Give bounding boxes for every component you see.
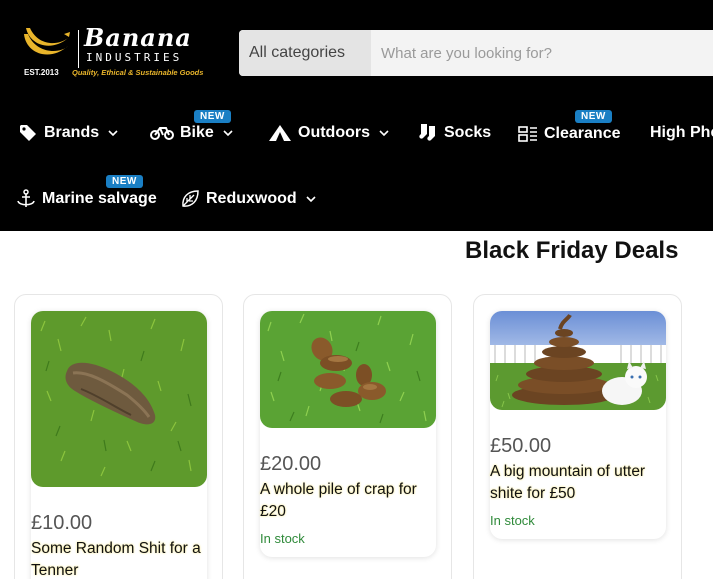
brand-logo[interactable]: Banana INDUSTRIES EST.2013 Quality, Ethi…	[20, 24, 210, 82]
tent-icon	[268, 123, 292, 143]
anchor-icon	[16, 189, 36, 209]
new-badge: NEW	[575, 110, 612, 123]
search-input[interactable]	[371, 30, 713, 76]
new-badge: NEW	[106, 175, 143, 188]
nav-clearance[interactable]: Clearance	[518, 122, 621, 146]
nav-brands[interactable]: Brands	[18, 121, 119, 145]
brand-subtitle: INDUSTRIES	[86, 51, 183, 64]
product-name[interactable]: A big mountain of utter shite for £50	[490, 461, 670, 505]
nav-reduxwood-label: Reduxwood	[206, 190, 297, 207]
nav-bike-label: Bike	[180, 124, 214, 141]
nav-high-phe[interactable]: High Phe	[650, 121, 713, 145]
product-image[interactable]	[260, 311, 436, 428]
search-bar: All categories	[239, 30, 713, 76]
new-badge: NEW	[194, 110, 231, 123]
category-select[interactable]: All categories	[239, 30, 371, 76]
nav-reduxwood[interactable]: Reduxwood	[180, 187, 317, 211]
nav-high-phe-label: High Phe	[650, 124, 713, 141]
nav-outdoors-label: Outdoors	[298, 124, 370, 141]
nav-marine-salvage[interactable]: Marine salvage	[16, 187, 157, 211]
logo-divider	[78, 30, 79, 68]
product-card[interactable]: £20.00 A whole pile of crap for £20 In s…	[243, 294, 452, 579]
product-price: £20.00	[260, 453, 322, 475]
banana-logo-icon	[24, 28, 70, 55]
nav-marine-salvage-label: Marine salvage	[42, 190, 157, 207]
product-image[interactable]	[31, 311, 207, 487]
nav-clearance-label: Clearance	[544, 125, 621, 142]
product-card[interactable]: £10.00 Some Random Shit for a Tenner	[14, 294, 223, 579]
chevron-down-icon	[223, 130, 233, 137]
site-header: Banana INDUSTRIES EST.2013 Quality, Ethi…	[0, 0, 713, 231]
product-card[interactable]: £50.00 A big mountain of utter shite for…	[473, 294, 682, 579]
nav-socks-label: Socks	[444, 124, 492, 141]
socks-icon	[418, 123, 438, 143]
brand-tagline: Quality, Ethical & Sustainable Goods	[72, 68, 204, 77]
stock-status: In stock	[490, 513, 535, 528]
chevron-down-icon	[306, 196, 316, 203]
product-name[interactable]: A whole pile of crap for £20	[260, 479, 436, 523]
clearance-icon	[518, 124, 538, 144]
product-name[interactable]: Some Random Shit for a Tenner	[31, 538, 211, 579]
product-price: £50.00	[490, 435, 552, 457]
product-image[interactable]	[490, 311, 666, 410]
stock-status: In stock	[260, 531, 305, 546]
product-price: £10.00	[31, 512, 93, 534]
nav-socks[interactable]: Socks	[418, 121, 491, 145]
bike-icon	[150, 123, 174, 143]
nav-outdoors[interactable]: Outdoors	[268, 121, 390, 145]
section-title: Black Friday Deals	[465, 237, 679, 264]
brand-name: Banana	[84, 23, 192, 52]
brand-est: EST.2013	[24, 68, 59, 77]
chevron-down-icon	[108, 130, 118, 137]
tag-icon	[18, 123, 38, 143]
nav-brands-label: Brands	[44, 124, 100, 141]
nav-bike[interactable]: Bike	[150, 121, 234, 145]
leaf-icon	[180, 189, 200, 209]
chevron-down-icon	[379, 130, 389, 137]
